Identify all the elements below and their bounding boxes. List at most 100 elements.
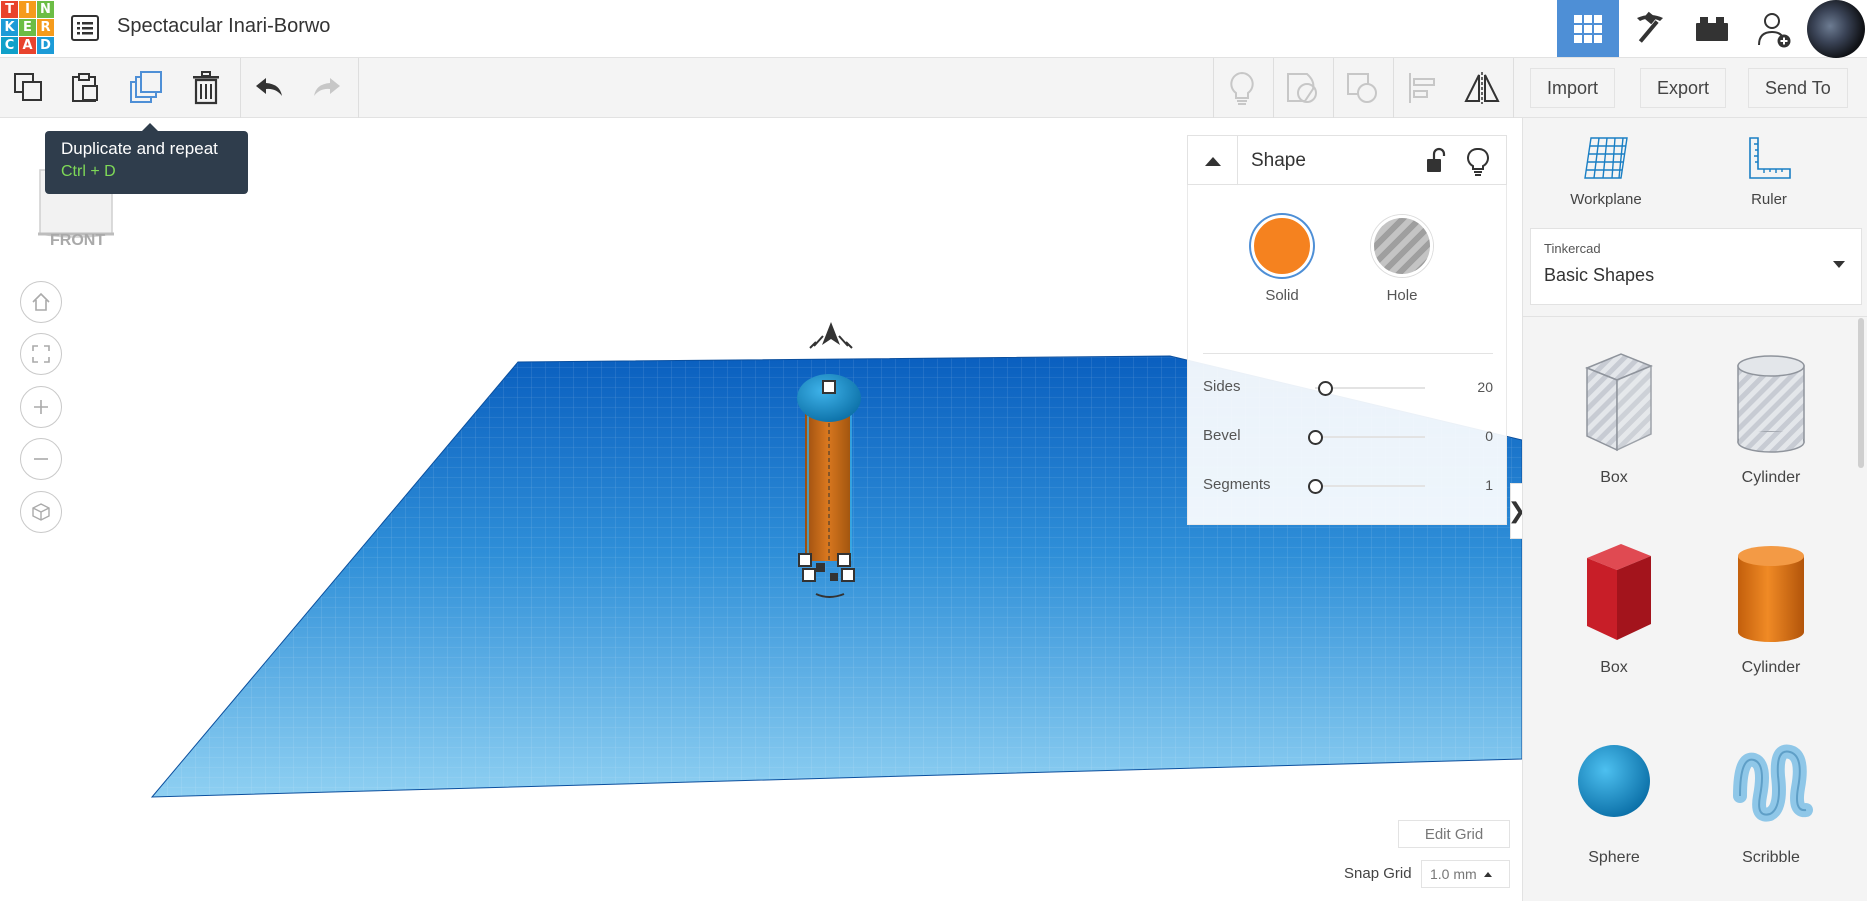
sides-row: Sides 20: [1203, 373, 1493, 403]
logo-letter: A: [19, 37, 36, 54]
add-user-button[interactable]: [1743, 0, 1805, 57]
user-avatar[interactable]: [1805, 0, 1867, 58]
segments-row: Segments 1: [1203, 471, 1493, 501]
grid-view-button[interactable]: [1557, 0, 1619, 57]
perspective-button[interactable]: [20, 491, 62, 533]
redo-button[interactable]: [298, 58, 356, 118]
shape-box-solid[interactable]: Box: [1549, 536, 1679, 677]
solid-swatch[interactable]: [1251, 215, 1313, 277]
show-all-button[interactable]: [1213, 58, 1271, 118]
shape-cylinder-solid[interactable]: Cylinder: [1706, 536, 1836, 677]
shape-scribble[interactable]: Scribble: [1706, 726, 1836, 867]
duplicate-button[interactable]: [117, 58, 175, 118]
minus-icon: [34, 458, 48, 460]
view-cube-face-label: FRONT: [50, 232, 106, 249]
box-solid-icon: [1587, 544, 1651, 640]
shape-label: Cylinder: [1741, 469, 1801, 486]
bricks-view-button[interactable]: [1681, 0, 1743, 57]
shapes-scrollbar[interactable]: [1858, 318, 1864, 468]
brick-icon: [1696, 16, 1728, 41]
undo-button[interactable]: [240, 58, 298, 118]
tooltip-shortcut: Ctrl + D: [61, 163, 116, 180]
top-right-controls: [1557, 0, 1867, 58]
home-view-button[interactable]: [20, 281, 62, 323]
shape-label: Cylinder: [1741, 659, 1801, 676]
lightbulb-icon: [1230, 71, 1254, 105]
hole-swatch[interactable]: [1371, 215, 1433, 277]
hide-shape-button[interactable]: [1463, 146, 1493, 176]
send-to-button[interactable]: Send To: [1748, 68, 1848, 108]
align-button[interactable]: [1393, 58, 1451, 118]
material-hole-option[interactable]: Hole: [1362, 215, 1442, 304]
move-up-handle[interactable]: [809, 322, 853, 349]
collapse-inspector-button[interactable]: [1188, 136, 1238, 186]
caret-down-icon: [1833, 261, 1845, 268]
snap-grid-label: Snap Grid: [1344, 865, 1412, 882]
ruler-label: Ruler: [1751, 191, 1787, 208]
delete-button[interactable]: [177, 58, 235, 118]
import-button[interactable]: Import: [1530, 68, 1616, 108]
shape-box-hole[interactable]: Box: [1549, 346, 1679, 487]
copy-button[interactable]: [0, 58, 58, 118]
bevel-value[interactable]: 0: [1485, 428, 1493, 444]
bevel-row: Bevel 0: [1203, 422, 1493, 452]
cylinder-solid-icon: [1738, 546, 1804, 642]
material-solid-option[interactable]: Solid: [1242, 215, 1322, 304]
snap-grid-select[interactable]: 1.0 mm: [1421, 860, 1510, 888]
tinkercad-logo[interactable]: T I N K E R C A D: [0, 0, 54, 55]
unlock-icon: [1427, 147, 1446, 172]
segments-slider[interactable]: [1315, 485, 1425, 487]
logo-letter: E: [19, 19, 36, 36]
bevel-slider-knob[interactable]: [1308, 430, 1323, 445]
segments-slider-knob[interactable]: [1308, 479, 1323, 494]
ruler-tool[interactable]: Ruler: [1709, 136, 1829, 208]
sides-slider-knob[interactable]: [1318, 381, 1333, 396]
fit-view-button[interactable]: [20, 333, 62, 375]
shape-library-select[interactable]: Tinkercad Basic Shapes: [1530, 228, 1862, 305]
library-divider: [1523, 316, 1867, 317]
logo-letter: T: [1, 1, 18, 18]
caret-up-icon: [1204, 157, 1221, 166]
zoom-out-button[interactable]: [20, 438, 62, 480]
workplane-label: Workplane: [1570, 191, 1642, 208]
bevel-slider[interactable]: [1315, 436, 1425, 438]
shape-cylinder-hole[interactable]: Cylinder: [1706, 346, 1836, 487]
toolbar-divider: [358, 58, 359, 118]
lock-button[interactable]: [1420, 146, 1450, 176]
shape-label: Box: [1600, 469, 1628, 486]
redo-icon: [314, 78, 340, 96]
sphere-icon: [1578, 745, 1650, 817]
cube-icon: [32, 503, 50, 521]
logo-letter: D: [37, 37, 54, 54]
fit-view-icon: [32, 345, 50, 363]
copy-icon: [14, 73, 42, 101]
sides-label: Sides: [1203, 378, 1241, 395]
grid-view-icon: [1574, 14, 1602, 43]
workplane-tool[interactable]: Workplane: [1546, 136, 1666, 208]
document-title[interactable]: Spectacular Inari-Borwo: [117, 15, 330, 38]
export-button[interactable]: Export: [1640, 68, 1727, 108]
cylinder-hole-icon: [1737, 355, 1805, 453]
mirror-button[interactable]: [1453, 58, 1511, 118]
edit-toolbar: Import Export Send To: [0, 58, 1867, 118]
ungroup-button[interactable]: [1333, 58, 1391, 118]
zoom-in-button[interactable]: [20, 386, 62, 428]
trash-icon: [193, 71, 219, 105]
shapes-panel: Workplane Ruler Tinkercad Basic Shapes B…: [1522, 118, 1867, 901]
group-button[interactable]: [1273, 58, 1331, 118]
box-hole-icon: [1585, 353, 1653, 452]
logo-letter: C: [1, 37, 18, 54]
build-view-button[interactable]: [1619, 0, 1681, 57]
group-icon: [1287, 73, 1317, 103]
sides-value[interactable]: 20: [1477, 379, 1493, 395]
shape-label: Box: [1600, 659, 1628, 676]
mirror-icon: [1464, 72, 1500, 104]
shape-sphere[interactable]: Sphere: [1549, 726, 1679, 867]
design-list-icon[interactable]: [70, 14, 100, 42]
paste-button[interactable]: [56, 58, 114, 118]
segments-value[interactable]: 1: [1485, 477, 1493, 493]
home-icon: [32, 292, 50, 311]
edit-grid-button[interactable]: Edit Grid: [1398, 820, 1510, 848]
align-icon: [1409, 73, 1435, 103]
hole-label: Hole: [1386, 287, 1418, 304]
